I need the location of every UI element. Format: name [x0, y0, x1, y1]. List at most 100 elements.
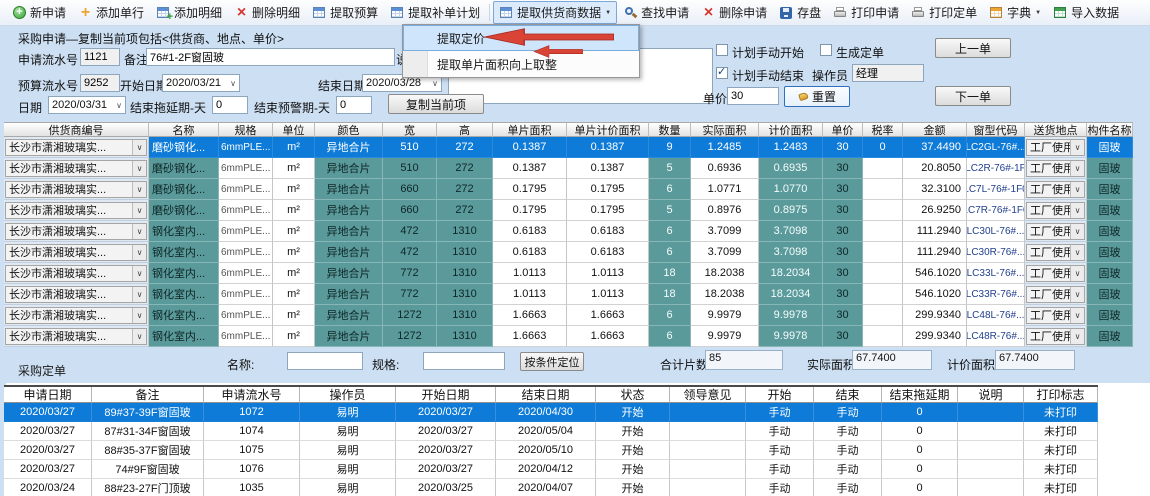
grid-cell[interactable]: 6mmPLE... [219, 305, 273, 326]
grid-cell[interactable]: 磨砂钢化... [149, 179, 219, 200]
new-request-button[interactable]: 新申请 [6, 1, 72, 24]
grid-cell[interactable]: 6 [649, 221, 691, 242]
grid-cell[interactable]: 0.6936 [691, 158, 759, 179]
grid-cell[interactable]: 磨砂钢化... [149, 137, 219, 158]
grid-cell[interactable]: 772 [383, 263, 437, 284]
order-cell[interactable]: 未打印 [1024, 403, 1098, 422]
order-cell[interactable]: 开始 [596, 479, 670, 496]
grid-column-header[interactable]: 供货商编号 [4, 122, 149, 137]
grid-cell[interactable]: 固玻 [1087, 263, 1133, 284]
grid-cell[interactable]: 772 [383, 284, 437, 305]
supplier-combobox[interactable]: 长沙市潇湘玻璃实...∨ [5, 286, 147, 303]
grid-cell[interactable]: 1.6663 [493, 326, 567, 347]
date-combobox[interactable]: 2020/03/31 ∨ [48, 96, 126, 114]
grid-cell[interactable] [863, 179, 903, 200]
order-cell[interactable]: 2020/04/07 [496, 479, 596, 496]
grid-cell[interactable]: 0.6183 [567, 221, 649, 242]
order-cell[interactable]: 74#9F窗固玻 [92, 460, 204, 479]
grid-cell[interactable]: 6mmPLE... [219, 326, 273, 347]
grid-cell[interactable]: m² [273, 242, 315, 263]
grid-cell[interactable]: 6mmPLE... [219, 158, 273, 179]
table-row[interactable]: 长沙市潇湘玻璃实...∨钢化室内...6mmPLE...m²异地合片127213… [4, 326, 1133, 347]
grid-cell[interactable]: 异地合片 [315, 200, 383, 221]
grid-cell[interactable]: 37.4490 [903, 137, 967, 158]
grid-cell[interactable]: 异地合片 [315, 305, 383, 326]
grid-cell[interactable]: 异地合片 [315, 179, 383, 200]
chevron-down-icon[interactable]: ∨ [1070, 161, 1084, 176]
order-cell[interactable]: 易明 [300, 479, 396, 496]
operator-field[interactable] [852, 64, 924, 82]
grid-cell[interactable]: LC48R-76#... [967, 326, 1025, 347]
grid-cell[interactable]: 18 [649, 284, 691, 305]
order-cell[interactable]: 易明 [300, 441, 396, 460]
grid-cell[interactable]: 1.0771 [691, 179, 759, 200]
supplier-combobox[interactable]: 长沙市潇湘玻璃实...∨ [5, 139, 147, 156]
grid-cell[interactable] [863, 200, 903, 221]
delete-request-button[interactable]: 删除申请 [695, 1, 773, 24]
grid-cell[interactable]: m² [273, 200, 315, 221]
grid-cell[interactable]: 1310 [437, 284, 493, 305]
grid-cell[interactable]: 0.1795 [493, 179, 567, 200]
table-row[interactable]: 2020/03/2774#9F窗固玻1076易明2020/03/272020/0… [4, 460, 1098, 479]
order-cell[interactable]: 0 [882, 460, 958, 479]
chevron-down-icon[interactable]: ∨ [132, 182, 146, 197]
table-row[interactable]: 2020/03/2789#37-39F窗固玻1072易明2020/03/2720… [4, 403, 1098, 422]
delivery-combobox[interactable]: 工厂使用∨ [1026, 307, 1085, 324]
grid-cell[interactable]: 18.2034 [759, 263, 823, 284]
chevron-down-icon[interactable]: ∨ [132, 329, 146, 344]
grid-cell[interactable]: 3.7099 [691, 221, 759, 242]
order-cell[interactable]: 易明 [300, 422, 396, 441]
grid-cell[interactable]: 异地合片 [315, 263, 383, 284]
grid-cell[interactable] [863, 242, 903, 263]
chevron-down-icon[interactable]: ∨ [1070, 266, 1084, 281]
order-cell[interactable]: 未打印 [1024, 460, 1098, 479]
grid-cell[interactable]: 660 [383, 179, 437, 200]
order-cell[interactable]: 开始 [596, 422, 670, 441]
start-date-combobox[interactable]: 2020/03/21 ∨ [162, 74, 240, 92]
grid-column-header[interactable]: 单价 [823, 122, 863, 137]
chevron-down-icon[interactable]: ∨ [132, 140, 146, 155]
grid-cell[interactable]: 9.9978 [759, 305, 823, 326]
grid-column-header[interactable]: 规格 [219, 122, 273, 137]
filter-spec-field[interactable] [423, 352, 505, 370]
orders-column-header[interactable]: 结束 [814, 387, 882, 403]
grid-cell[interactable]: 299.9340 [903, 305, 967, 326]
order-cell[interactable] [670, 441, 746, 460]
table-row[interactable]: 长沙市潇湘玻璃实...∨钢化室内...6mmPLE...m²异地合片127213… [4, 305, 1133, 326]
grid-cell[interactable]: 30 [823, 326, 863, 347]
order-cell[interactable]: 手动 [746, 403, 814, 422]
grid-cell[interactable]: m² [273, 284, 315, 305]
chevron-down-icon[interactable]: ∨ [132, 287, 146, 302]
grid-cell[interactable]: m² [273, 263, 315, 284]
grid-cell[interactable]: 9.9978 [759, 326, 823, 347]
supplier-combobox[interactable]: 长沙市潇湘玻璃实...∨ [5, 328, 147, 345]
order-cell[interactable]: 1035 [204, 479, 300, 496]
grid-cell[interactable]: 0.1387 [493, 158, 567, 179]
order-cell[interactable]: 手动 [814, 422, 882, 441]
grid-column-header[interactable]: 计价面积 [759, 122, 823, 137]
grid-cell[interactable]: 30 [823, 263, 863, 284]
table-row[interactable]: 长沙市潇湘玻璃实...∨磨砂钢化...6mmPLE...m²异地合片660272… [4, 200, 1133, 221]
grid-column-header[interactable]: 宽 [383, 122, 437, 137]
grid-cell[interactable]: 固玻 [1087, 326, 1133, 347]
chevron-down-icon[interactable]: ∨ [132, 245, 146, 260]
order-cell[interactable]: 易明 [300, 403, 396, 422]
grid-cell[interactable]: 固玻 [1087, 305, 1133, 326]
manual-start-checkbox[interactable] [716, 44, 728, 56]
extract-supplement-plan-button[interactable]: 提取补单计划 [384, 1, 486, 24]
grid-cell[interactable] [863, 326, 903, 347]
dictionary-button[interactable]: 字典▼ [983, 1, 1047, 24]
import-data-button[interactable]: 导入数据 [1047, 1, 1125, 24]
grid-cell[interactable]: 异地合片 [315, 326, 383, 347]
grid-cell[interactable]: 0.1387 [567, 137, 649, 158]
grid-cell[interactable]: 异地合片 [315, 137, 383, 158]
chevron-down-icon[interactable]: ∨ [132, 161, 146, 176]
grid-cell[interactable]: 0.6935 [759, 158, 823, 179]
grid-cell[interactable]: 30 [823, 179, 863, 200]
grid-column-header[interactable]: 实际面积 [691, 122, 759, 137]
grid-cell[interactable]: 6 [649, 305, 691, 326]
order-cell[interactable]: 2020/03/24 [4, 479, 92, 496]
grid-cell[interactable]: 1.2485 [691, 137, 759, 158]
chevron-down-icon[interactable]: ∨ [113, 101, 125, 110]
table-row[interactable]: 长沙市潇湘玻璃实...∨钢化室内...6mmPLE...m²异地合片772131… [4, 263, 1133, 284]
